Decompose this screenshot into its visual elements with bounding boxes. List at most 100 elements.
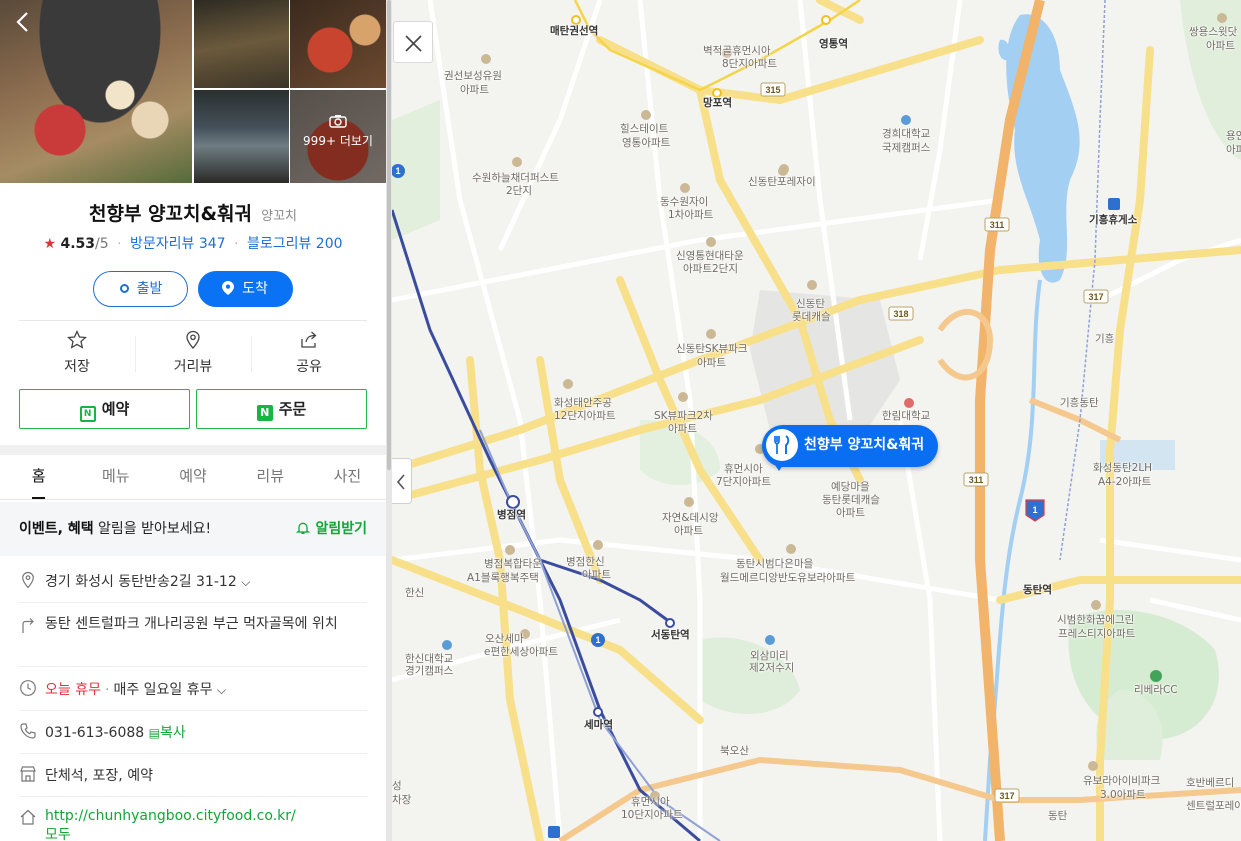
photo-thumb[interactable] bbox=[194, 90, 289, 183]
copy-phone-button[interactable]: ▤복사 bbox=[149, 725, 186, 741]
map-label[interactable]: 병점복합타운 bbox=[484, 558, 542, 570]
map-label[interactable]: 한림대학교 bbox=[882, 410, 930, 422]
map-label[interactable]: 신동탄 bbox=[796, 298, 825, 310]
map-label[interactable]: e편한세상아파트 bbox=[484, 646, 558, 658]
map-label[interactable]: 신동탄포레자이 bbox=[748, 176, 816, 188]
map-label[interactable]: 아파트 bbox=[582, 569, 611, 581]
blog-reviews-link[interactable]: 블로그리뷰 200 bbox=[247, 236, 343, 252]
map-label[interactable]: 매탄권선역 bbox=[550, 25, 598, 37]
map-label[interactable]: 기흥 bbox=[1095, 333, 1114, 345]
map-label[interactable]: 자연&데시앙 bbox=[662, 512, 719, 524]
map-label[interactable]: 신영통현대타운 bbox=[676, 250, 744, 262]
map-label[interactable]: 동탄 bbox=[1048, 810, 1067, 822]
chevron-down-icon[interactable]: ⌵ bbox=[241, 575, 250, 589]
map-label[interactable]: 북오산 bbox=[720, 745, 749, 757]
map-label[interactable]: 10단지아파트 bbox=[621, 809, 683, 821]
map-label[interactable]: 한신 bbox=[405, 587, 424, 599]
map-label[interactable]: 화성태안주공 bbox=[554, 397, 612, 409]
map-label[interactable]: 12단지아파트 bbox=[554, 410, 616, 422]
map-label[interactable]: 아파트 bbox=[697, 357, 726, 369]
close-button[interactable] bbox=[393, 21, 433, 63]
map-label[interactable]: 힐스테이트 bbox=[620, 123, 668, 135]
map-label[interactable]: 기흥휴게소 bbox=[1089, 214, 1137, 226]
map-label[interactable]: 수원하늘채더퍼스트 bbox=[472, 172, 559, 184]
tab-review[interactable]: 리뷰 bbox=[232, 456, 309, 499]
arrive-button[interactable]: 도착 bbox=[197, 271, 293, 307]
tab-photo[interactable]: 사진 bbox=[309, 456, 386, 499]
map-label[interactable]: 한신대학교 bbox=[405, 653, 453, 665]
map-label[interactable]: 동탄시범다은마을 bbox=[736, 558, 813, 570]
map-label[interactable]: 아파트 bbox=[668, 423, 697, 435]
map-label[interactable]: 유보라아이비파크 bbox=[1083, 775, 1160, 787]
map-label[interactable]: 성 bbox=[392, 780, 402, 792]
map-label[interactable]: 아파트 bbox=[674, 525, 703, 537]
map-label[interactable]: 아파트 bbox=[836, 507, 865, 519]
map-label[interactable]: 1차아파트 bbox=[668, 209, 713, 221]
map-label[interactable]: 병점역 bbox=[497, 509, 526, 521]
map-label[interactable]: 화성동탄2LH bbox=[1093, 462, 1152, 474]
reserve-button[interactable]: N 예약 bbox=[19, 389, 190, 429]
map-label[interactable]: 국제캠퍼스 bbox=[882, 142, 930, 154]
address-text[interactable]: 경기 화성시 동탄반송2길 31-12 bbox=[45, 574, 237, 590]
map-label[interactable]: 용인 bbox=[1226, 130, 1241, 142]
map-label[interactable]: 예당마을 bbox=[831, 481, 870, 493]
map-label[interactable]: 롯데캐슬 bbox=[792, 311, 831, 323]
photo-thumb[interactable] bbox=[290, 0, 386, 88]
map-label[interactable]: 아파 bbox=[1226, 144, 1241, 156]
map-canvas[interactable]: 315 311 317 318 311 317 1 1 1 매탄권선역 영통역 벽적… bbox=[392, 0, 1241, 841]
map-label[interactable]: 벽적골휴먼시아 bbox=[703, 45, 771, 57]
map-label[interactable]: 시범한화꿈에그린 bbox=[1057, 614, 1134, 626]
map-label[interactable]: 동수원자이 bbox=[660, 196, 708, 208]
panel-fold-button[interactable] bbox=[392, 458, 412, 504]
share-button[interactable]: 공유 bbox=[251, 330, 367, 376]
map-label[interactable]: 아파트2단지 bbox=[683, 263, 738, 275]
website-more-link[interactable]: 모두 bbox=[45, 827, 71, 841]
map-label[interactable]: 외삼미리 bbox=[750, 650, 789, 662]
map-label[interactable]: 휴먼시아 bbox=[631, 796, 670, 808]
website-link[interactable]: http://chunhyangboo.cityfood.co.kr/ bbox=[45, 808, 296, 824]
map-label[interactable]: 동탄역 bbox=[1023, 584, 1052, 596]
map-label[interactable]: 아파트 bbox=[460, 84, 489, 96]
save-button[interactable]: 저장 bbox=[19, 330, 135, 376]
map-label[interactable]: 기흥동탄 bbox=[1060, 397, 1099, 409]
map-label[interactable]: 3.0아파트 bbox=[1100, 789, 1146, 801]
map-label[interactable]: 휴먼시아 bbox=[724, 463, 763, 475]
map-label[interactable]: 프레스티지아파트 bbox=[1058, 628, 1135, 640]
tab-menu[interactable]: 메뉴 bbox=[77, 456, 154, 499]
map-label[interactable]: A1블록행복주택 bbox=[467, 572, 539, 584]
photo-more-button[interactable]: 999+ 더보기 bbox=[290, 114, 386, 149]
chevron-down-icon[interactable]: ⌵ bbox=[217, 683, 226, 697]
map-label[interactable]: SK뷰파크2차 bbox=[654, 410, 713, 422]
map-label[interactable]: 세마역 bbox=[584, 719, 613, 731]
map-label[interactable]: 2단지 bbox=[506, 185, 532, 197]
alarm-button[interactable]: 알림받기 bbox=[296, 502, 367, 556]
order-button[interactable]: N 주문 bbox=[196, 389, 367, 429]
tab-home[interactable]: 홈 bbox=[0, 456, 77, 499]
map-label[interactable]: 동탄롯데캐슬 bbox=[822, 494, 880, 506]
map-label[interactable]: 월드메르디앙반도유보라아파트 bbox=[720, 572, 855, 584]
map-label[interactable]: 영통아파트 bbox=[622, 137, 670, 149]
map-label[interactable]: 쌍용스윗닷 bbox=[1189, 26, 1237, 38]
map-label[interactable]: 권선보성유원 bbox=[444, 70, 502, 82]
map-label[interactable]: 신동탄SK뷰파크 bbox=[676, 343, 748, 355]
map-label[interactable]: A4-2아파트 bbox=[1098, 476, 1151, 488]
map-label[interactable]: 센트럴포레아 bbox=[1186, 800, 1241, 812]
tab-reservation[interactable]: 예약 bbox=[154, 456, 231, 499]
map-label[interactable]: 차장 bbox=[392, 794, 411, 806]
map-label[interactable]: 8단지아파트 bbox=[722, 58, 777, 70]
map-label[interactable]: 서동탄역 bbox=[651, 629, 690, 641]
photo-thumb[interactable] bbox=[194, 0, 289, 88]
map-label[interactable]: 병점한신 bbox=[566, 556, 605, 568]
start-button[interactable]: 출발 bbox=[93, 271, 189, 307]
map-label[interactable]: 영통역 bbox=[819, 38, 848, 50]
street-view-button[interactable]: 거리뷰 bbox=[135, 330, 251, 376]
map-label[interactable]: 오산세마 bbox=[485, 633, 524, 645]
back-arrow-icon[interactable] bbox=[12, 10, 36, 34]
map-label[interactable]: 호반베르디 bbox=[1186, 777, 1234, 789]
place-marker[interactable]: 천향부 양꼬치&훠궈 bbox=[762, 425, 939, 467]
panel-scrollbar-thumb[interactable] bbox=[387, 0, 391, 470]
map-label[interactable]: 경기캠퍼스 bbox=[405, 665, 453, 677]
hours-detail[interactable]: 매주 일요일 휴무 bbox=[113, 682, 212, 698]
map-label[interactable]: 망포역 bbox=[703, 97, 732, 109]
map-label[interactable]: 경희대학교 bbox=[882, 128, 930, 140]
